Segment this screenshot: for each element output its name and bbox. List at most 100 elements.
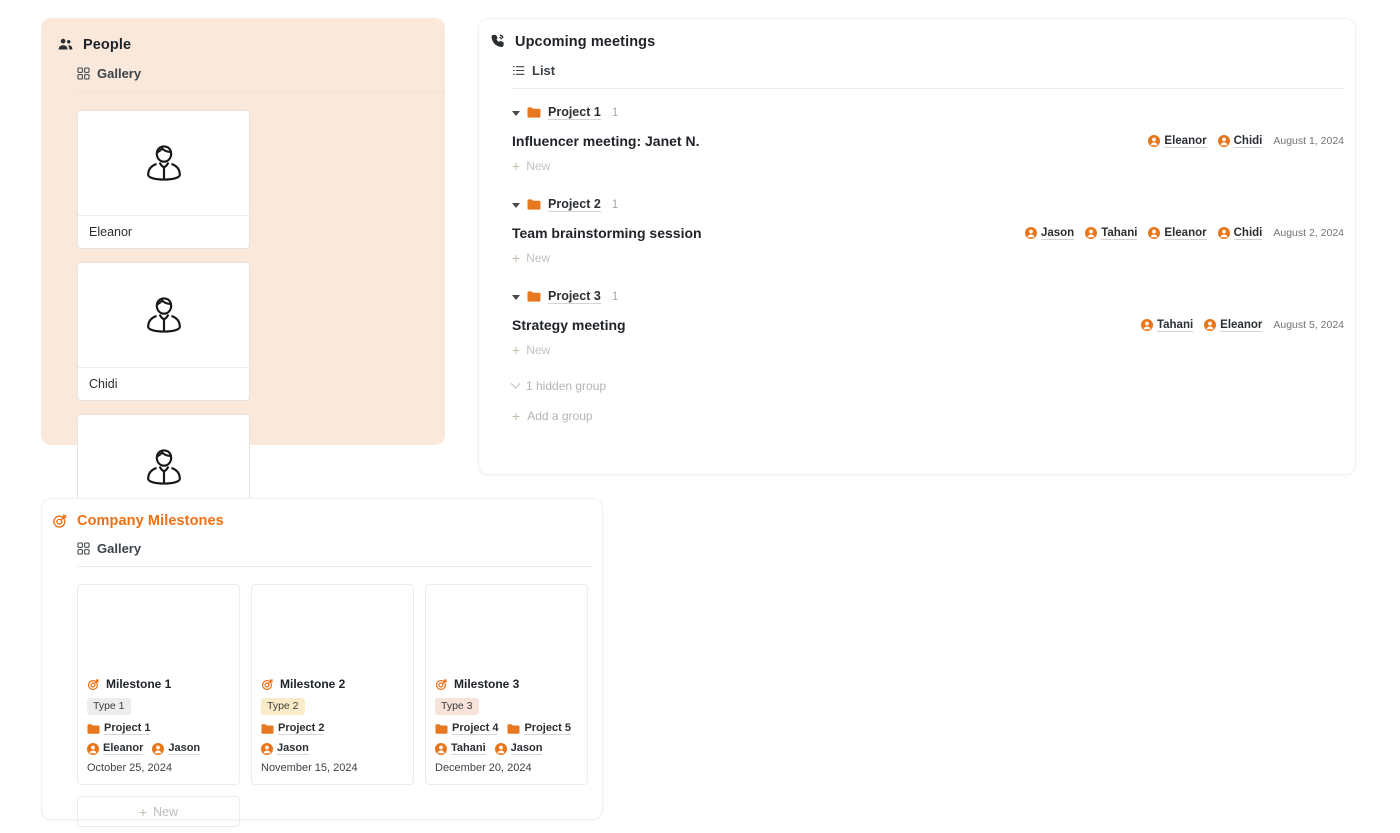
caret-down-icon[interactable] — [512, 202, 520, 208]
person-badge-icon — [152, 742, 165, 755]
caret-down-icon[interactable] — [512, 294, 520, 300]
person-badge-icon — [1204, 319, 1217, 331]
milestone-cover — [252, 585, 413, 669]
project-tag[interactable]: Project 4 — [435, 722, 499, 736]
caret-down-icon[interactable] — [512, 110, 520, 116]
project-tag-label: Project 2 — [278, 722, 325, 736]
project-tag-label: Project 4 — [452, 722, 499, 736]
milestone-card[interactable]: Milestone 1 Type 1 Project 1 Eleanor Jas… — [77, 584, 240, 786]
meeting-row[interactable]: Influencer meeting: Janet N. Eleanor Chi… — [512, 133, 1344, 149]
company-milestones-panel: Company Milestones Gallery Milestone 1 T… — [41, 498, 603, 828]
milestones-new-label: New — [153, 804, 179, 819]
phone-ring-icon — [489, 33, 506, 50]
list-icon — [512, 64, 525, 77]
people-panel-title: People — [83, 36, 132, 53]
person-chip[interactable]: Jason — [261, 742, 309, 756]
milestone-body: Milestone 1 Type 1 Project 1 Eleanor Jas… — [78, 669, 239, 784]
group-count: 1 — [611, 198, 619, 211]
target-icon — [87, 678, 100, 691]
meetings-group-header[interactable]: Project 2 1 — [512, 197, 1355, 212]
person-chip-label: Eleanor — [103, 742, 144, 756]
group-count: 1 — [611, 106, 619, 119]
chevron-down-icon — [510, 378, 521, 389]
meetings-group-new-button[interactable]: + New — [512, 251, 1355, 265]
people-panel-header: People — [57, 36, 445, 53]
meeting-meta: Jason Tahani Eleanor Chidi August 2, 202… — [1024, 226, 1344, 240]
milestones-view-label: Gallery — [97, 541, 142, 556]
meetings-group-new-button[interactable]: + New — [512, 159, 1355, 173]
milestone-date: November 15, 2024 — [261, 762, 358, 775]
person-chip[interactable]: Eleanor — [1148, 227, 1207, 240]
meeting-meta: Eleanor Chidi August 1, 2024 — [1148, 135, 1344, 148]
people-icon — [57, 36, 74, 53]
milestone-cover — [426, 585, 587, 669]
milestone-type-badge: Type 1 — [87, 698, 131, 716]
hidden-group-toggle[interactable]: 1 hidden group — [510, 378, 1355, 393]
person-chip-label: Jason — [510, 742, 543, 756]
milestone-card[interactable]: Milestone 3 Type 3 Project 4 Project 5 T… — [425, 584, 588, 786]
meeting-row[interactable]: Strategy meeting Tahani Eleanor August 5… — [512, 317, 1344, 333]
person-badge-icon — [494, 742, 507, 755]
person-chip-label: Jason — [1040, 226, 1075, 240]
folder-icon — [527, 198, 541, 211]
milestone-name-row: Milestone 2 — [261, 677, 404, 691]
person-card[interactable]: Eleanor — [77, 110, 250, 249]
meeting-date: August 2, 2024 — [1273, 227, 1344, 239]
person-chip[interactable]: Jason — [494, 742, 543, 756]
meeting-title: Team brainstorming session — [512, 225, 702, 241]
meetings-view-tab[interactable]: List — [512, 63, 1355, 78]
person-card[interactable]: Chidi — [77, 262, 250, 401]
project-tag[interactable]: Project 1 — [87, 722, 151, 736]
meetings-group-new-button[interactable]: + New — [512, 343, 1355, 357]
plus-icon: + — [512, 342, 521, 358]
person-chip-label: Eleanor — [1164, 134, 1207, 148]
people-divider — [77, 92, 445, 93]
meetings-group-header[interactable]: Project 1 1 — [512, 105, 1355, 120]
meetings-panel-title: Upcoming meetings — [515, 33, 656, 50]
project-tag[interactable]: Project 2 — [261, 722, 325, 736]
person-badge-icon — [1024, 227, 1037, 239]
target-icon — [52, 513, 68, 529]
person-chip[interactable]: Chidi — [1217, 226, 1263, 240]
person-badge-icon — [87, 742, 99, 755]
person-chip[interactable]: Tahani — [1140, 319, 1194, 332]
person-chip[interactable]: Tahani — [1085, 227, 1138, 240]
add-group-button[interactable]: + Add a group — [512, 409, 1355, 423]
person-chip-label: Jason — [277, 742, 309, 756]
person-chip[interactable]: Eleanor — [1204, 319, 1263, 332]
milestones-view-tab[interactable]: Gallery — [77, 541, 602, 556]
plus-icon: + — [512, 408, 521, 424]
milestone-people: Tahani Jason — [435, 742, 578, 756]
milestone-card[interactable]: Milestone 2 Type 2 Project 2 Jason Novem… — [251, 584, 414, 786]
folder-icon — [87, 723, 100, 735]
people-view-tab[interactable]: Gallery — [77, 66, 445, 81]
milestone-date: October 25, 2024 — [87, 762, 173, 775]
milestones-new-button[interactable]: + New — [77, 796, 240, 828]
person-name: Eleanor — [78, 215, 249, 248]
milestone-name-row: Milestone 3 — [435, 677, 578, 691]
milestone-people: Eleanor Jason — [87, 742, 230, 756]
milestone-name-row: Milestone 1 — [87, 677, 230, 691]
folder-icon — [527, 106, 541, 119]
milestone-body: Milestone 2 Type 2 Project 2 Jason Novem… — [252, 669, 413, 784]
person-chip[interactable]: Eleanor — [87, 742, 144, 756]
meeting-date: August 5, 2024 — [1273, 319, 1344, 331]
person-chip[interactable]: Eleanor — [1148, 134, 1207, 148]
person-chip[interactable]: Chidi — [1217, 134, 1263, 148]
person-badge-icon — [1148, 227, 1161, 239]
person-chip[interactable]: Tahani — [435, 742, 486, 756]
person-chip[interactable]: Jason — [1024, 226, 1075, 240]
meetings-group-header[interactable]: Project 3 1 — [512, 289, 1355, 304]
meeting-people: Eleanor Chidi — [1148, 134, 1263, 148]
person-chip-label: Chidi — [1233, 134, 1263, 148]
project-tag[interactable]: Project 5 — [507, 722, 571, 736]
person-chip[interactable]: Jason — [152, 742, 201, 756]
meeting-row[interactable]: Team brainstorming session Jason Tahani — [512, 225, 1344, 241]
milestone-projects: Project 2 — [261, 722, 404, 736]
person-name: Chidi — [78, 367, 249, 400]
meetings-group-new-label: New — [526, 159, 551, 173]
person-chip-label: Chidi — [1233, 226, 1263, 240]
add-group-label: Add a group — [527, 409, 593, 423]
person-badge-icon — [1140, 319, 1153, 331]
milestone-name: Milestone 3 — [454, 677, 520, 691]
